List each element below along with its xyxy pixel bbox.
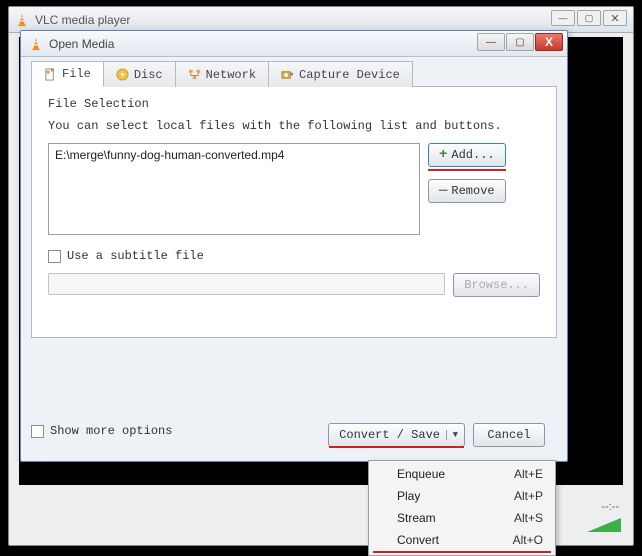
- main-maximize-button[interactable]: ▢: [577, 10, 601, 26]
- subtitle-label: Use a subtitle file: [67, 249, 204, 263]
- tab-network[interactable]: Network: [175, 61, 269, 87]
- network-icon: [188, 68, 201, 81]
- add-button[interactable]: + Add...: [428, 143, 506, 167]
- vlc-cone-icon: [15, 13, 29, 27]
- tab-capture[interactable]: Capture Device: [268, 61, 413, 87]
- convert-save-menu: Enqueue Alt+E Play Alt+P Stream Alt+S Co…: [368, 460, 556, 556]
- menu-item-label: Convert: [397, 533, 439, 547]
- subtitle-checkbox[interactable]: [48, 250, 61, 263]
- main-minimize-button[interactable]: —: [551, 10, 575, 26]
- open-media-dialog: Open Media — ▢ X File Disc: [20, 30, 568, 462]
- main-close-button[interactable]: ✕: [603, 10, 627, 26]
- menu-item-label: Play: [397, 489, 420, 503]
- vlc-cone-icon: [29, 37, 43, 51]
- tab-capture-label: Capture Device: [299, 68, 400, 82]
- annotation-underline: [329, 446, 464, 448]
- menu-item-shortcut: Alt+E: [514, 467, 543, 481]
- capture-icon: [281, 68, 294, 81]
- cancel-label: Cancel: [487, 428, 530, 442]
- tab-file[interactable]: File: [31, 61, 104, 87]
- dialog-maximize-button[interactable]: ▢: [506, 33, 534, 51]
- section-label: File Selection: [48, 97, 540, 111]
- menu-item-convert[interactable]: Convert Alt+O: [371, 529, 553, 551]
- show-more-checkbox[interactable]: [31, 425, 44, 438]
- time-display: --:--: [601, 501, 619, 513]
- add-button-label: Add...: [451, 148, 494, 162]
- convert-save-label: Convert / Save: [339, 428, 440, 442]
- annotation-underline: [373, 551, 551, 553]
- volume-indicator-icon[interactable]: [587, 516, 621, 537]
- browse-button: Browse...: [453, 273, 540, 297]
- disc-icon: [116, 68, 129, 81]
- cancel-button[interactable]: Cancel: [473, 423, 545, 447]
- menu-item-label: Stream: [397, 511, 436, 525]
- menu-item-shortcut: Alt+P: [514, 489, 543, 503]
- plus-icon: +: [439, 147, 447, 163]
- dialog-title: Open Media: [49, 37, 114, 51]
- menu-item-label: Enqueue: [397, 467, 445, 481]
- menu-item-stream[interactable]: Stream Alt+S: [371, 507, 553, 529]
- dialog-minimize-button[interactable]: —: [477, 33, 505, 51]
- tabstrip: File Disc Network Capture Device: [31, 61, 557, 87]
- tab-network-label: Network: [206, 68, 256, 82]
- menu-item-shortcut: Alt+S: [514, 511, 543, 525]
- menu-item-shortcut: Alt+O: [513, 533, 543, 547]
- menu-item-enqueue[interactable]: Enqueue Alt+E: [371, 463, 553, 485]
- dropdown-arrow-icon[interactable]: ▼: [446, 430, 458, 440]
- dialog-close-button[interactable]: X: [535, 33, 563, 51]
- help-text: You can select local files with the foll…: [48, 119, 540, 133]
- subtitle-path-input: [48, 273, 445, 295]
- tab-disc-label: Disc: [134, 68, 163, 82]
- minus-icon: —: [439, 183, 447, 199]
- remove-button[interactable]: — Remove: [428, 179, 506, 203]
- tab-file-label: File: [62, 67, 91, 81]
- file-list[interactable]: E:\merge\funny-dog-human-converted.mp4: [48, 143, 420, 235]
- file-list-item[interactable]: E:\merge\funny-dog-human-converted.mp4: [55, 148, 413, 162]
- file-icon: [44, 68, 57, 81]
- browse-label: Browse...: [464, 278, 529, 292]
- tabpanel-file: File Selection You can select local file…: [31, 86, 557, 338]
- dialog-titlebar[interactable]: Open Media — ▢ X: [21, 31, 567, 57]
- annotation-underline: [428, 169, 506, 171]
- show-more-label: Show more options: [50, 424, 172, 438]
- remove-button-label: Remove: [451, 184, 494, 198]
- menu-item-play[interactable]: Play Alt+P: [371, 485, 553, 507]
- main-title: VLC media player: [35, 13, 130, 27]
- convert-save-button[interactable]: Convert / Save ▼: [328, 423, 465, 447]
- tab-disc[interactable]: Disc: [103, 61, 176, 87]
